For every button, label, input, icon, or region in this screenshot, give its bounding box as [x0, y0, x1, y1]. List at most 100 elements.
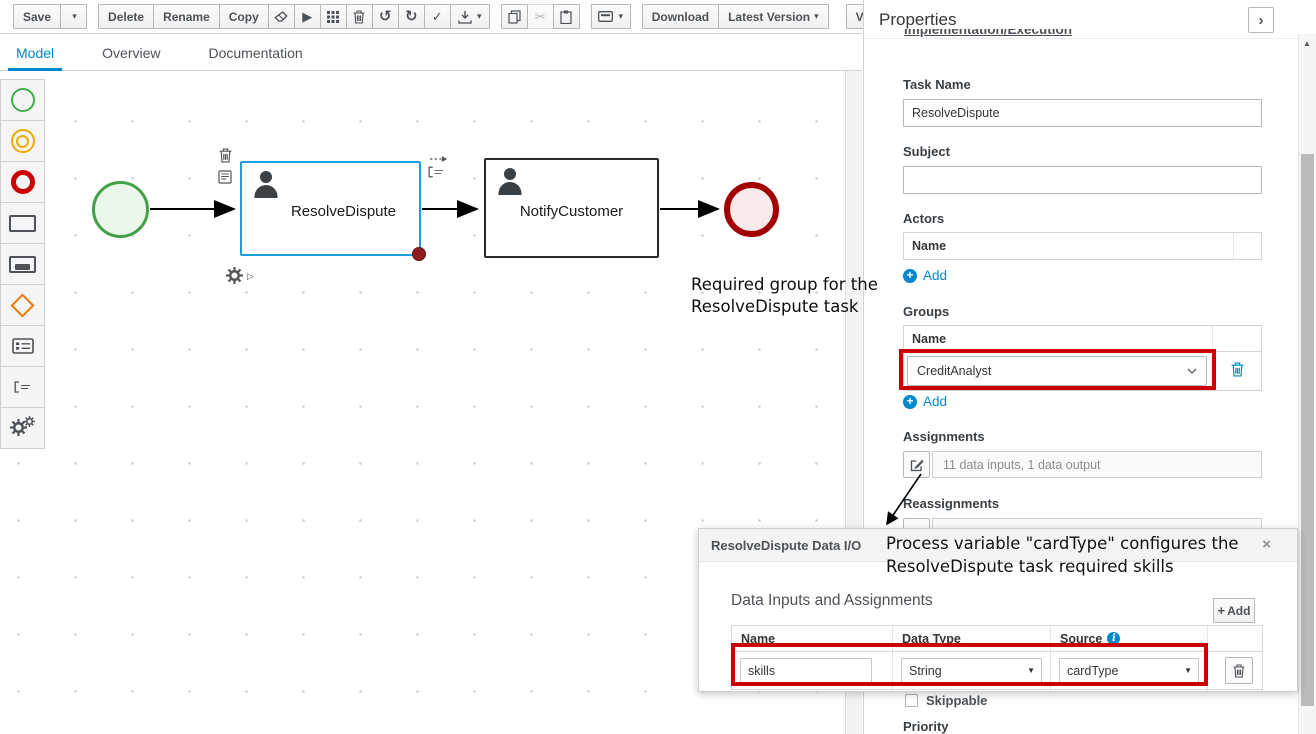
edit-assignments-button[interactable] — [903, 451, 930, 478]
download-icon — [458, 10, 472, 24]
toolbar: Save ▾ Delete Rename Copy ▶ ↺ ↻ ✓ ▾ ✂ ▾ … — [0, 0, 862, 34]
palette-start-event[interactable] — [0, 79, 45, 121]
eraser-icon — [274, 11, 288, 23]
column-source: Source i — [1050, 626, 1207, 651]
form-card-icon — [598, 11, 613, 22]
data-input-row: String ▼ cardType ▼ — [732, 651, 1262, 689]
palette-subprocess[interactable] — [0, 243, 45, 285]
data-inputs-section-title: Data Inputs and Assignments — [731, 592, 933, 610]
form-generation-button[interactable]: ▾ — [591, 4, 631, 29]
task-label: NotifyCustomer — [520, 203, 623, 220]
copy-element-button[interactable] — [501, 4, 528, 29]
palette-task[interactable] — [0, 202, 45, 244]
tab-overview[interactable]: Overview — [100, 37, 162, 70]
assignments-summary[interactable]: 11 data inputs, 1 data output — [932, 451, 1262, 478]
clear-canvas-button[interactable] — [268, 4, 295, 29]
clipboard-button-group: ✂ — [501, 4, 580, 29]
download-button[interactable]: Download — [642, 4, 719, 29]
trash-icon — [219, 148, 232, 163]
groups-label: Groups — [903, 304, 949, 319]
undo-button[interactable]: ↺ — [372, 4, 399, 29]
add-group-button[interactable]: + Add — [903, 394, 947, 409]
redo-button[interactable]: ↻ — [398, 4, 425, 29]
trash-icon — [1231, 362, 1244, 377]
delete-button[interactable]: Delete — [98, 4, 154, 29]
cut-button[interactable]: ✂ — [527, 4, 554, 29]
group-select[interactable]: CreditAnalyst — [907, 356, 1207, 386]
data-type-select[interactable]: String ▼ — [901, 658, 1042, 684]
scroll-up-icon[interactable]: ▲ — [1303, 39, 1311, 48]
data-inputs-table: Name Data Type Source i String ▼ — [731, 625, 1263, 692]
start-event-node[interactable] — [92, 181, 149, 238]
tab-documentation[interactable]: Documentation — [207, 37, 305, 70]
export-button[interactable]: ▾ — [450, 4, 490, 29]
text-annotation-icon — [428, 166, 445, 178]
collapse-panel-button[interactable]: › — [1248, 7, 1274, 33]
delete-row-button[interactable] — [1225, 657, 1253, 684]
palette-intermediate-event[interactable] — [0, 120, 45, 162]
subject-input[interactable] — [903, 166, 1262, 194]
groups-action-column — [1212, 326, 1261, 351]
context-gears-button[interactable] — [226, 267, 243, 287]
start-event-icon — [11, 88, 35, 112]
palette-end-event[interactable] — [0, 161, 45, 203]
trash-icon — [1233, 664, 1245, 678]
copy-pages-icon — [508, 10, 521, 24]
palette-gateway[interactable] — [0, 284, 45, 326]
run-process-button[interactable]: ▶ — [294, 4, 321, 29]
form-icon — [218, 170, 232, 184]
actors-action-column — [1233, 233, 1261, 259]
save-button[interactable]: Save — [13, 4, 61, 29]
section-header-implementation: Implementation/Execution — [904, 29, 1072, 40]
groups-name-column: Name — [904, 332, 1212, 346]
scrollbar-thumb[interactable] — [1301, 154, 1314, 706]
chevron-down-icon: ▾ — [814, 12, 819, 21]
task-name-label: Task Name — [903, 77, 971, 92]
grid-button[interactable] — [320, 4, 347, 29]
user-task-icon — [498, 168, 522, 195]
source-select[interactable]: cardType ▼ — [1059, 658, 1199, 684]
task-error-dot — [412, 247, 426, 261]
context-annotation-button[interactable] — [428, 166, 445, 181]
save-options-button[interactable]: ▾ — [60, 4, 87, 29]
copy-button[interactable]: Copy — [219, 4, 269, 29]
task-node-resolvedispute[interactable]: ResolveDispute — [240, 161, 421, 256]
context-delete-button[interactable] — [219, 148, 232, 166]
delete-group-button[interactable] — [1231, 362, 1244, 380]
version-button-group: Download Latest Version▾ — [642, 4, 829, 29]
skippable-checkbox[interactable] — [905, 694, 918, 707]
priority-label: Priority — [903, 719, 949, 734]
context-play-button[interactable]: ▷ — [247, 271, 254, 282]
tab-model[interactable]: Model — [14, 37, 56, 70]
panel-scrollbar[interactable]: ▲ — [1298, 34, 1316, 734]
context-connector-button[interactable] — [429, 151, 448, 166]
add-actor-button[interactable]: + Add — [903, 268, 947, 283]
annotation-group-note: Required group for the ResolveDispute ta… — [691, 274, 903, 318]
annotation-process-variable-note: Process variable "cardType" configures t… — [886, 532, 1268, 578]
palette-form-task[interactable] — [0, 325, 45, 367]
data-input-name-field[interactable] — [740, 658, 872, 684]
validate-button[interactable]: ✓ — [424, 4, 451, 29]
select-arrow-icon: ▼ — [1184, 666, 1192, 675]
end-event-node[interactable] — [724, 182, 779, 237]
undo-icon: ↺ — [379, 9, 392, 24]
context-form-button[interactable] — [218, 170, 232, 187]
rename-button[interactable]: Rename — [153, 4, 220, 29]
add-data-input-button[interactable]: + Add — [1213, 598, 1255, 623]
assignments-label: Assignments — [903, 429, 985, 444]
task-icon — [9, 215, 36, 232]
palette-service-tasks[interactable] — [0, 407, 45, 449]
save-button-group: Save ▾ — [13, 4, 87, 29]
latest-version-button[interactable]: Latest Version▾ — [718, 4, 829, 29]
gear-icon — [226, 267, 243, 284]
dashed-arrow-icon — [429, 155, 448, 163]
grid-icon — [327, 11, 339, 23]
edit-button-group: Delete Rename Copy ▶ ↺ ↻ ✓ ▾ — [98, 4, 490, 29]
task-node-notifycustomer[interactable]: NotifyCustomer — [484, 158, 659, 258]
editor-tabs: Model Overview Documentation — [0, 35, 862, 71]
task-name-input[interactable] — [903, 99, 1262, 127]
palette-text-annotation[interactable] — [0, 366, 45, 408]
delete-selection-button[interactable] — [346, 4, 373, 29]
paste-button[interactable] — [553, 4, 580, 29]
process-designer-window: Save ▾ Delete Rename Copy ▶ ↺ ↻ ✓ ▾ ✂ ▾ … — [0, 0, 1316, 734]
